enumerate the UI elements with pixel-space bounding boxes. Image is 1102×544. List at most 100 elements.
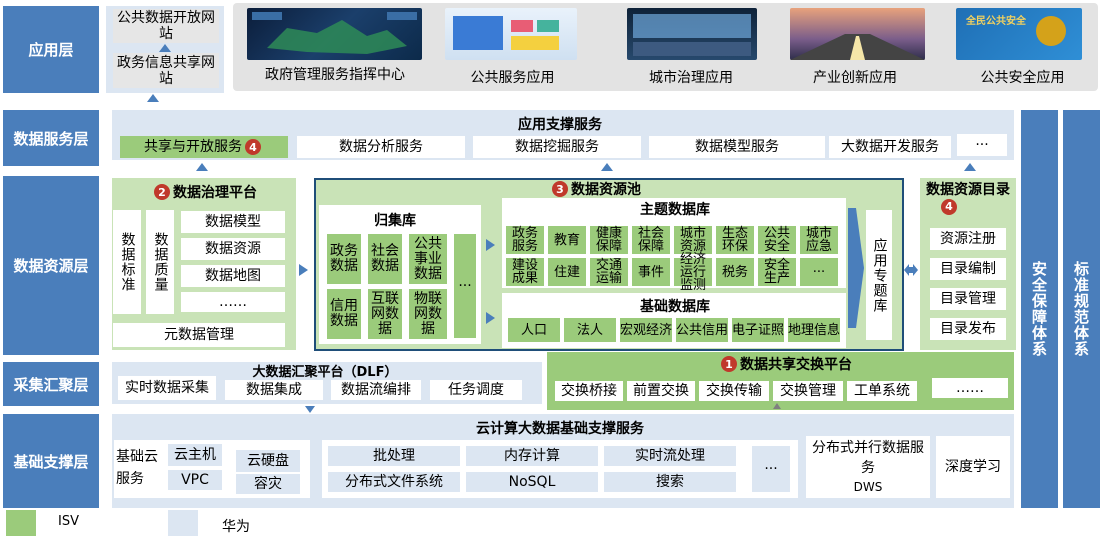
exchange-management[interactable]: 交换管理 (773, 381, 843, 401)
dlf-title: 大数据汇聚平台（DLF） (252, 364, 398, 380)
data-standard[interactable]: 数据标准 (113, 210, 141, 314)
topic-db-item[interactable]: 城市资源 (674, 226, 712, 254)
data-integration[interactable]: 数据集成 (225, 380, 323, 400)
metadata-management[interactable]: 元数据管理 (113, 323, 285, 347)
legend-huawei-label: 华为 (222, 519, 250, 535)
compute-more[interactable]: ··· (752, 446, 790, 492)
credit-data[interactable]: 信用数据 (327, 289, 361, 339)
basic-db-item[interactable]: 地理信息 (788, 318, 840, 342)
realtime-collection[interactable]: 实时数据采集 (118, 376, 216, 400)
standard-system-bar: 标准规范体系 (1063, 110, 1100, 508)
topic-db-item[interactable]: 社会保障 (632, 226, 670, 254)
catalog-compilation[interactable]: 目录编制 (930, 258, 1006, 280)
security-system-bar: 安全保障体系 (1021, 110, 1058, 508)
dws-panel[interactable]: 分布式并行数据服务 DWS (806, 436, 930, 498)
topic-db-item[interactable]: 税务 (716, 258, 754, 286)
city-governance-thumbnail (627, 8, 757, 60)
cloud-host[interactable]: 云主机 (168, 444, 222, 466)
layer-label-data-resource: 数据资源层 (3, 176, 99, 355)
data-mining-service[interactable]: 数据挖掘服务 (473, 136, 641, 158)
data-model-service[interactable]: 数据模型服务 (649, 136, 825, 158)
industry-innovation-thumbnail (790, 8, 925, 60)
arrow-down-icon (305, 406, 315, 413)
exchange-more[interactable]: …… (932, 378, 1008, 398)
share-open-service[interactable]: 共享与开放服务 4 (120, 136, 288, 158)
basic-db-item[interactable]: 宏观经济 (620, 318, 672, 342)
topic-db-item[interactable]: 政务服务 (506, 226, 544, 254)
social-data[interactable]: 社会数据 (368, 234, 402, 284)
command-center-thumbnail (247, 8, 422, 60)
data-pool-label: 数据资源池 (571, 182, 641, 198)
topic-db-item[interactable]: 住建 (548, 258, 586, 286)
topic-db-item[interactable]: 经济运行监测 (674, 253, 712, 292)
basic-db-title: 基础数据库 (640, 299, 710, 315)
badge-4: 4 (941, 199, 957, 215)
gov-share-website[interactable]: 政务信息共享网站 (113, 53, 219, 88)
arrow-up-icon (773, 403, 781, 409)
arrow-right-icon (848, 208, 864, 328)
iot-data[interactable]: 物联网数据 (409, 289, 447, 339)
batch-processing[interactable]: 批处理 (328, 446, 460, 466)
catalog-title: 数据资源目录 4 (922, 181, 1014, 221)
cloud-base-title: 云计算大数据基础支撑服务 (476, 421, 644, 437)
basic-db-item[interactable]: 电子证照 (732, 318, 784, 342)
topic-db-item[interactable]: 建设成果 (506, 258, 544, 286)
app-caption-industry-innovation: 产业创新应用 (813, 70, 897, 86)
topic-db-item[interactable]: 公共安全 (758, 226, 796, 254)
more-services[interactable]: ··· (957, 134, 1007, 156)
data-quality[interactable]: 数据质量 (146, 210, 174, 314)
topic-db-item[interactable]: 安全生产 (758, 258, 796, 286)
data-resource[interactable]: 数据资源 (181, 238, 285, 260)
basic-db-item[interactable]: 人口 (508, 318, 560, 342)
topic-db-item[interactable]: 城市应急 (800, 226, 838, 254)
distributed-fs[interactable]: 分布式文件系统 (328, 472, 460, 492)
data-governance-label: 数据治理平台 (173, 185, 257, 201)
data-analysis-service[interactable]: 数据分析服务 (297, 136, 465, 158)
gov-data[interactable]: 政务数据 (327, 234, 361, 284)
vpc[interactable]: VPC (168, 470, 222, 490)
open-data-website[interactable]: 公共数据开放网站 (113, 9, 219, 43)
internet-data[interactable]: 互联网数据 (368, 289, 402, 339)
realtime-stream[interactable]: 实时流处理 (604, 446, 736, 466)
big-data-dev-service[interactable]: 大数据开发服务 (829, 136, 951, 158)
layer-label-collect: 采集汇聚层 (3, 362, 99, 406)
layer-label-base: 基础支撑层 (3, 414, 99, 508)
data-flow-orchestration[interactable]: 数据流编排 (331, 380, 421, 400)
topic-db-title: 主题数据库 (640, 202, 710, 218)
basic-grid: 人口 法人 宏观经济 公共信用 电子证照 地理信息 (508, 318, 842, 342)
arrow-up-icon (196, 163, 208, 171)
collection-more[interactable]: ··· (454, 234, 476, 338)
governance-more[interactable]: …… (181, 292, 285, 312)
basic-db-item[interactable]: 公共信用 (676, 318, 728, 342)
app-topic-db[interactable]: 应用专题库 (866, 210, 892, 340)
disaster-recovery[interactable]: 容灾 (236, 474, 300, 494)
topic-db-item[interactable]: ··· (800, 258, 838, 286)
catalog-management[interactable]: 目录管理 (930, 288, 1006, 310)
exchange-transfer[interactable]: 交换传输 (699, 381, 769, 401)
nosql[interactable]: NoSQL (466, 472, 598, 492)
topic-db-item[interactable]: 交通运输 (590, 258, 628, 286)
catalog-publish[interactable]: 目录发布 (930, 318, 1006, 340)
in-memory-computing[interactable]: 内存计算 (466, 446, 598, 466)
front-exchange[interactable]: 前置交换 (627, 381, 695, 401)
public-utility-data[interactable]: 公共事业数据 (409, 234, 447, 284)
exchange-bridge[interactable]: 交换桥接 (555, 381, 623, 401)
data-map[interactable]: 数据地图 (181, 265, 285, 287)
collection-db-title: 归集库 (374, 213, 416, 229)
topic-db-item[interactable]: 教育 (548, 226, 586, 254)
data-model[interactable]: 数据模型 (181, 211, 285, 233)
ticket-system[interactable]: 工单系统 (847, 381, 917, 401)
basic-cloud-label: 基础云服务 (116, 449, 158, 487)
legend-huawei-swatch (168, 510, 198, 536)
badge-2: 2 (154, 184, 170, 200)
topic-db-item[interactable]: 事件 (632, 258, 670, 286)
dws-label: 分布式并行数据服务 (812, 440, 924, 476)
topic-db-item[interactable]: 健康保障 (590, 226, 628, 254)
topic-db-item[interactable]: 生态环保 (716, 226, 754, 254)
basic-db-item[interactable]: 法人 (564, 318, 616, 342)
task-scheduling[interactable]: 任务调度 (430, 380, 522, 400)
cloud-disk[interactable]: 云硬盘 (236, 450, 300, 472)
deep-learning[interactable]: 深度学习 (936, 436, 1010, 498)
search[interactable]: 搜索 (604, 472, 736, 492)
resource-registration[interactable]: 资源注册 (930, 228, 1006, 250)
